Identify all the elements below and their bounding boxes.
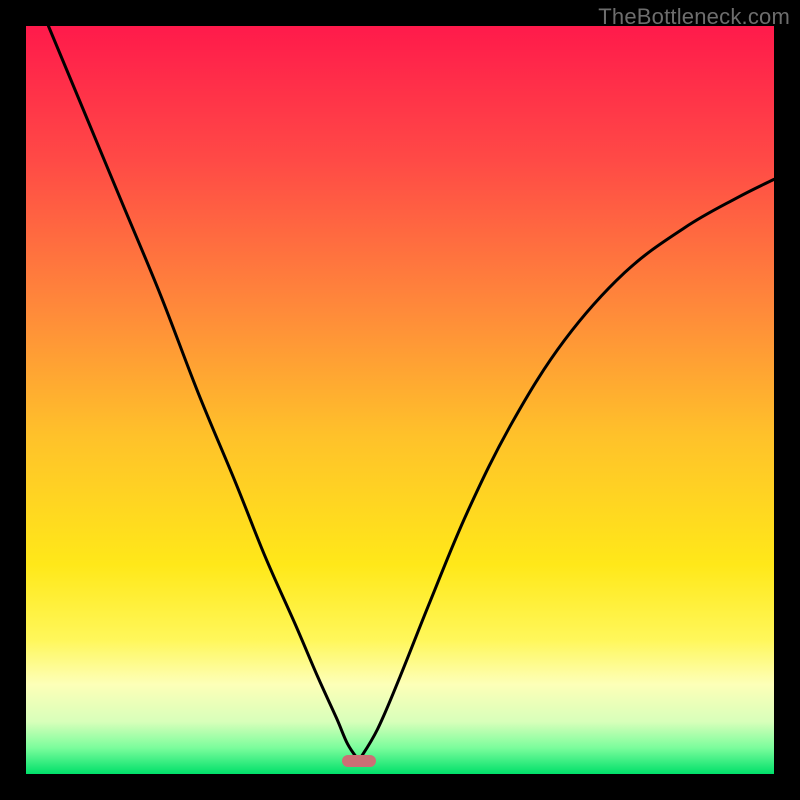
plot-svg <box>26 26 774 774</box>
min-marker <box>342 755 376 767</box>
outer-frame: TheBottleneck.com <box>0 0 800 800</box>
watermark-text: TheBottleneck.com <box>598 4 790 30</box>
gradient-background <box>26 26 774 774</box>
plot-area <box>26 26 774 774</box>
